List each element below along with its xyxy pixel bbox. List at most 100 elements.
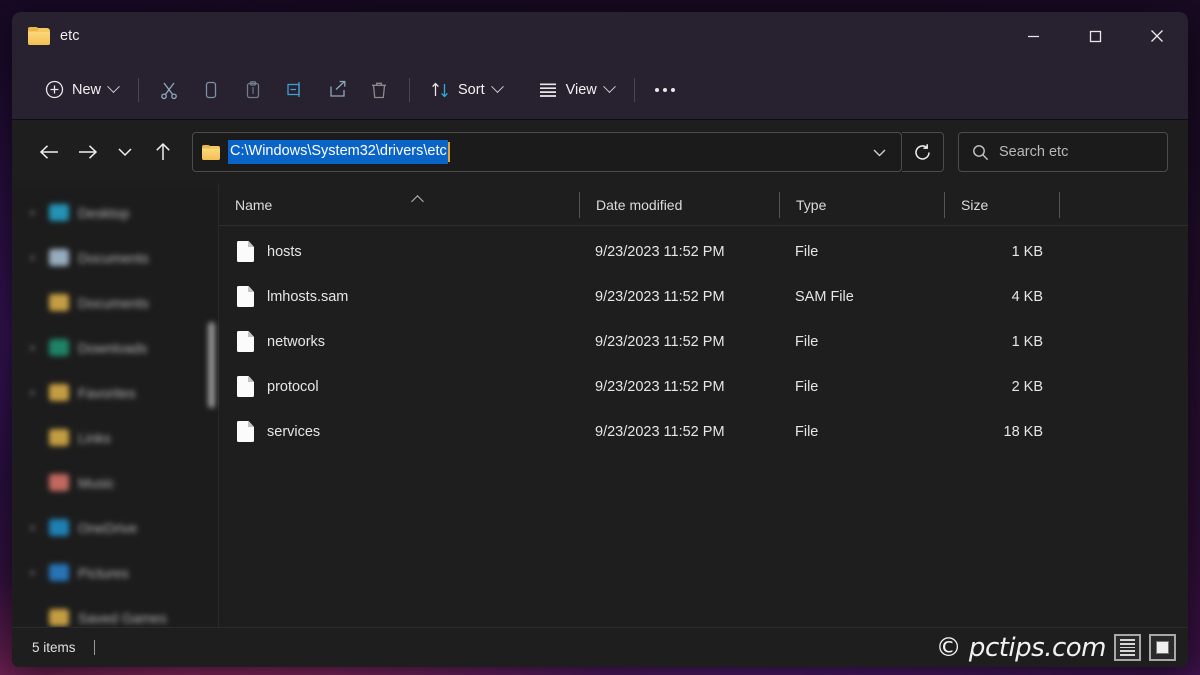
- sidebar-item[interactable]: Documents: [12, 235, 218, 280]
- delete-button[interactable]: [358, 71, 400, 109]
- file-list[interactable]: hosts 9/23/2023 11:52 PM File 1 KB lmhosts.s…: [219, 226, 1188, 627]
- column-header-date-modified[interactable]: Date modified: [579, 191, 779, 218]
- view-button[interactable]: View: [527, 71, 625, 109]
- table-row[interactable]: protocol 9/23/2023 11:52 PM File 2 KB: [219, 364, 1188, 409]
- folder-icon: [202, 144, 220, 160]
- close-icon[interactable]: [1126, 12, 1188, 60]
- sidebar-item[interactable]: Documents: [12, 280, 218, 325]
- address-dropdown-button[interactable]: [857, 133, 901, 171]
- view-button-label: View: [565, 81, 597, 98]
- watermark: © pctips.com: [936, 633, 1176, 663]
- sidebar-item[interactable]: Desktop: [12, 190, 218, 235]
- sidebar-item-label: Downloads: [78, 339, 148, 356]
- search-placeholder: Search etc: [999, 144, 1069, 160]
- address-bar[interactable]: C:\Windows\System32\drivers\etc: [192, 132, 902, 172]
- sidebar-item[interactable]: Pictures: [12, 550, 218, 595]
- sidebar-item[interactable]: Downloads: [12, 325, 218, 370]
- expand-chevron-icon[interactable]: [26, 524, 40, 531]
- column-header-type[interactable]: Type: [779, 191, 944, 218]
- share-button[interactable]: [316, 71, 358, 109]
- file-name-cell: networks: [219, 331, 579, 352]
- details-view-icon[interactable]: [1114, 634, 1141, 661]
- text-cursor: [447, 142, 450, 162]
- document-file-icon: [237, 286, 254, 307]
- refresh-icon: [915, 143, 930, 160]
- expand-chevron-icon[interactable]: [26, 254, 40, 261]
- sidebar-item-icon: [49, 339, 69, 356]
- file-date-cell: 9/23/2023 11:52 PM: [595, 378, 725, 395]
- rename-icon: [286, 82, 300, 97]
- ellipsis-icon: [654, 87, 675, 92]
- forward-arrow-icon[interactable]: [68, 133, 106, 171]
- share-icon: [329, 80, 345, 97]
- sidebar-item[interactable]: Saved Games: [12, 595, 218, 627]
- expand-chevron-icon[interactable]: [26, 389, 40, 396]
- copy-button[interactable]: [190, 71, 232, 109]
- sidebar-item[interactable]: Music: [12, 460, 218, 505]
- paste-button[interactable]: [232, 71, 274, 109]
- scissors-icon: [161, 82, 177, 99]
- sidebar-item[interactable]: Favorites: [12, 370, 218, 415]
- sidebar-item-icon: [49, 564, 69, 581]
- sort-ascending-icon: [411, 194, 424, 208]
- refresh-button[interactable]: [902, 132, 944, 172]
- sidebar-item-label: Desktop: [78, 204, 130, 221]
- more-options-button[interactable]: [644, 71, 686, 109]
- minimize-icon[interactable]: [1002, 12, 1064, 60]
- file-type-cell: File: [795, 243, 819, 260]
- sidebar-item-icon: [49, 204, 69, 221]
- sidebar-item[interactable]: Links: [12, 415, 218, 460]
- status-divider: [93, 640, 95, 655]
- window-controls: [1002, 12, 1188, 60]
- sidebar-item-label: Saved Games: [78, 609, 167, 626]
- address-path-text[interactable]: C:\Windows\System32\drivers\etc: [228, 140, 448, 164]
- expand-chevron-icon[interactable]: [26, 344, 40, 351]
- table-row[interactable]: hosts 9/23/2023 11:52 PM File 1 KB: [219, 229, 1188, 274]
- file-size-cell: 18 KB: [1003, 423, 1044, 440]
- sidebar-item-icon: [49, 474, 69, 491]
- navigation-pane[interactable]: Desktop Documents Documents Downloads Favori…: [12, 184, 218, 627]
- file-date-cell: 9/23/2023 11:52 PM: [595, 333, 725, 350]
- search-input[interactable]: Search etc: [958, 132, 1168, 172]
- cut-button[interactable]: [148, 71, 190, 109]
- file-name-label: services: [267, 423, 321, 440]
- sort-button[interactable]: Sort: [419, 71, 513, 109]
- sort-arrows-icon: [432, 82, 448, 97]
- sidebar-item-icon: [49, 519, 69, 536]
- document-file-icon: [237, 331, 254, 352]
- rename-button[interactable]: [274, 71, 316, 109]
- column-header-size-label: Size: [961, 196, 989, 213]
- file-name-label: hosts: [267, 243, 302, 260]
- folder-icon: [28, 27, 50, 45]
- large-icons-view-icon[interactable]: [1149, 634, 1176, 661]
- new-button[interactable]: New: [34, 71, 129, 109]
- column-header-name[interactable]: Name: [219, 192, 579, 218]
- column-header-size[interactable]: Size: [944, 191, 1059, 218]
- list-lines-icon: [539, 82, 556, 97]
- file-size-cell: 1 KB: [1011, 243, 1043, 260]
- up-arrow-icon[interactable]: [144, 133, 182, 171]
- file-name-label: networks: [267, 333, 326, 350]
- watermark-text: © pctips.com: [935, 632, 1107, 663]
- column-headers: Name Date modified Type Size: [219, 184, 1188, 226]
- table-row[interactable]: services 9/23/2023 11:52 PM File 18 KB: [219, 409, 1188, 454]
- sidebar-item-icon: [49, 384, 69, 401]
- sidebar-item-label: Favorites: [78, 384, 136, 401]
- file-list-pane: Name Date modified Type Size hosts 9/23/2…: [219, 184, 1188, 627]
- expand-chevron-icon[interactable]: [26, 209, 40, 216]
- column-header-type-label: Type: [796, 196, 827, 213]
- back-arrow-icon[interactable]: [30, 133, 68, 171]
- sidebar-item-icon: [49, 294, 69, 311]
- file-name-label: lmhosts.sam: [267, 288, 349, 305]
- chevron-down-icon: [602, 80, 616, 94]
- table-row[interactable]: networks 9/23/2023 11:52 PM File 1 KB: [219, 319, 1188, 364]
- file-name-cell: lmhosts.sam: [219, 286, 579, 307]
- new-button-label: New: [72, 81, 102, 98]
- command-toolbar: New Sort View: [12, 60, 1188, 120]
- sidebar-item[interactable]: OneDrive: [12, 505, 218, 550]
- expand-chevron-icon[interactable]: [26, 569, 40, 576]
- sidebar-scrollbar[interactable]: [208, 322, 215, 408]
- recent-locations-button[interactable]: [106, 133, 144, 171]
- table-row[interactable]: lmhosts.sam 9/23/2023 11:52 PM SAM File 4 K…: [219, 274, 1188, 319]
- maximize-icon[interactable]: [1064, 12, 1126, 60]
